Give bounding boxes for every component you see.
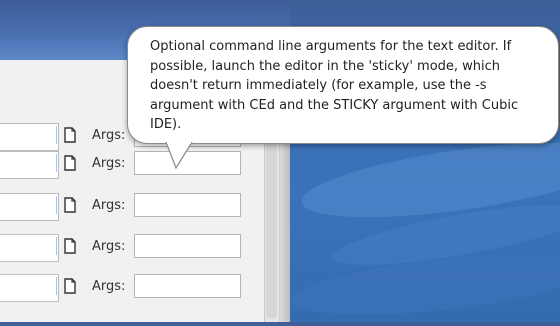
document-icon[interactable] (62, 276, 78, 296)
editor-path-field[interactable] (0, 234, 59, 262)
args-input[interactable] (134, 193, 241, 217)
args-help-tooltip: Optional command line arguments for the … (127, 26, 559, 144)
field-separator (56, 154, 57, 172)
document-icon[interactable] (62, 153, 78, 173)
scrollbar-thumb[interactable] (266, 118, 277, 318)
args-label: Args: (92, 279, 126, 294)
editor-path-field[interactable] (0, 274, 59, 302)
args-label: Args: (92, 239, 126, 254)
tooltip-text: Optional command line arguments for the … (150, 39, 519, 132)
document-icon[interactable] (62, 195, 78, 215)
args-label: Args: (92, 156, 126, 171)
document-icon[interactable] (62, 125, 78, 145)
editor-path-field[interactable] (0, 193, 59, 221)
editor-row: Args: (0, 274, 264, 302)
field-separator (56, 196, 57, 214)
field-separator (56, 237, 57, 255)
editor-row: Args: (0, 234, 264, 262)
tooltip-pointer (165, 142, 193, 170)
args-label: Args: (92, 198, 126, 213)
editor-path-field[interactable] (0, 123, 59, 151)
field-separator (56, 126, 57, 144)
args-input[interactable] (134, 274, 241, 298)
args-input[interactable] (134, 234, 241, 258)
editor-row: Args: (0, 193, 264, 221)
document-icon[interactable] (62, 236, 78, 256)
args-label: Args: (92, 128, 126, 143)
editor-path-field[interactable] (0, 151, 59, 179)
editor-row: Args: (0, 151, 264, 179)
field-separator (56, 277, 57, 295)
